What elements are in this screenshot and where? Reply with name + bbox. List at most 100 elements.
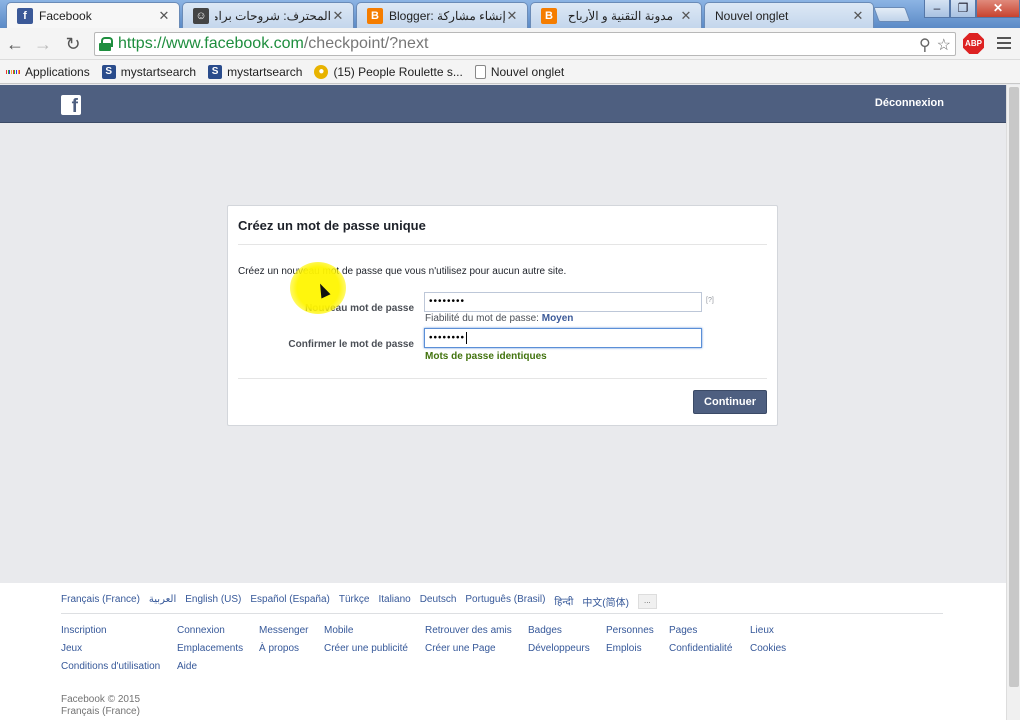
language-link[interactable]: Português (Brasil) — [465, 594, 545, 609]
facebook-logo-icon[interactable]: f — [61, 95, 81, 115]
scrollbar-thumb[interactable] — [1009, 87, 1019, 687]
close-icon[interactable]: ✕ — [679, 8, 693, 24]
more-languages-button[interactable]: ... — [637, 594, 657, 609]
forward-button[interactable]: → — [32, 33, 54, 55]
tab-strip: f Facebook ✕ ☺ المحترف: شروحات برامج ✕ B… — [0, 0, 1020, 28]
restore-button[interactable]: ❐ — [950, 0, 976, 18]
bookmark-label: Applications — [25, 64, 90, 79]
bookmark-mystartsearch[interactable]: S mystartsearch — [101, 64, 197, 79]
footer-link[interactable]: Messenger — [259, 625, 308, 636]
divider — [238, 378, 767, 379]
footer-link[interactable]: Jeux — [61, 643, 82, 654]
close-icon[interactable]: ✕ — [851, 8, 865, 24]
new-tab-button[interactable] — [873, 7, 911, 22]
language-link[interactable]: Español (España) — [250, 594, 330, 609]
footer-link[interactable]: Emplacements — [177, 643, 243, 654]
logout-link[interactable]: Déconnexion — [875, 97, 944, 109]
facebook-icon: f — [17, 7, 33, 24]
close-icon[interactable]: ✕ — [331, 8, 345, 24]
tab-blog[interactable]: B مدونة التقنية و الأرباح ✕ — [530, 2, 702, 28]
mystartsearch-icon: S — [208, 64, 223, 79]
menu-icon[interactable] — [996, 35, 1012, 51]
password-card: Créez un mot de passe unique Créez un no… — [227, 205, 778, 426]
bookmark-label: Nouvel onglet — [490, 64, 565, 79]
copyright: Facebook © 2015 — [61, 694, 141, 705]
apps-grid-icon — [5, 65, 21, 79]
footer-link[interactable]: Aide — [177, 661, 197, 672]
bookmark-label: mystartsearch — [120, 64, 197, 79]
tab-title: المحترف: شروحات برامج — [215, 8, 331, 23]
footer-link[interactable]: Inscription — [61, 625, 107, 636]
footer-link[interactable]: Pages — [669, 625, 697, 636]
language-link[interactable]: Türkçe — [339, 594, 370, 609]
language-link[interactable]: Français (France) — [61, 594, 140, 609]
footer-link[interactable]: Badges — [528, 625, 562, 636]
footer-link[interactable]: Personnes — [606, 625, 654, 636]
footer-link[interactable]: Connexion — [177, 625, 225, 636]
blogger-icon: B — [367, 7, 383, 24]
footer-link[interactable]: Confidentialité — [669, 643, 732, 654]
bookmark-people-roulette[interactable]: ● (15) People Roulette s... — [314, 64, 463, 79]
window-controls: – ❐ ✕ — [924, 0, 1020, 18]
facebook-header: f Déconnexion — [0, 85, 1006, 123]
bookmark-mystartsearch-2[interactable]: S mystartsearch — [208, 64, 302, 79]
bookmark-label: (15) People Roulette s... — [333, 64, 463, 79]
url-text: https://www.facebook.com/checkpoint/?nex… — [118, 35, 429, 52]
blogger-icon: B — [541, 7, 557, 24]
language-link[interactable]: 中文(简体) — [582, 594, 629, 609]
page-scrollbar[interactable] — [1006, 85, 1020, 720]
adblock-icon[interactable]: ABP — [963, 33, 984, 54]
confirm-password-label: Confirmer le mot de passe — [288, 339, 414, 350]
browser-toolbar: ← → ↻ https://www.facebook.com/checkpoin… — [0, 28, 1020, 60]
strength-value: Moyen — [541, 313, 574, 324]
footer-link[interactable]: Conditions d'utilisation — [61, 661, 160, 672]
tab-blogger-post[interactable]: B Blogger: إنشاء مشاركة - ✕ — [356, 2, 528, 28]
continue-button[interactable]: Continuer — [693, 390, 767, 414]
footer-link[interactable]: Développeurs — [528, 643, 590, 654]
language-link[interactable]: English (US) — [185, 594, 241, 609]
tab-almohtarif[interactable]: ☺ المحترف: شروحات برامج ✕ — [182, 2, 354, 28]
footer-link[interactable]: À propos — [259, 643, 299, 654]
footer-link[interactable]: Mobile — [324, 625, 353, 636]
new-password-input[interactable]: •••••••• — [424, 292, 702, 312]
confirm-password-input[interactable]: •••••••• — [424, 328, 702, 348]
address-bar[interactable]: https://www.facebook.com/checkpoint/?nex… — [94, 32, 956, 56]
tab-title: Nouvel onglet — [715, 8, 789, 23]
language-list: Français (France) العربية English (US) E… — [61, 594, 657, 609]
back-button[interactable]: ← — [4, 33, 26, 55]
star-icon[interactable]: ☆ — [937, 35, 951, 55]
omnibox-icons: ⚲ ☆ — [919, 35, 951, 55]
page-footer: Français (France) العربية English (US) E… — [0, 583, 1006, 720]
close-icon[interactable]: ✕ — [157, 8, 171, 24]
page-icon — [474, 64, 486, 79]
tab-new[interactable]: Nouvel onglet ✕ — [704, 2, 874, 28]
footer-link[interactable]: Emplois — [606, 643, 642, 654]
tab-title: Blogger: إنشاء مشاركة - — [389, 8, 505, 23]
bookmarks-bar: Applications S mystartsearch S mystartse… — [0, 60, 1020, 84]
close-icon[interactable]: ✕ — [505, 8, 519, 24]
reload-button[interactable]: ↻ — [62, 33, 84, 55]
language-link[interactable]: हिन्दी — [554, 594, 573, 609]
language-link[interactable]: العربية — [149, 594, 176, 609]
search-icon[interactable]: ⚲ — [919, 35, 931, 55]
tab-facebook[interactable]: f Facebook ✕ — [6, 2, 180, 28]
window-close-button[interactable]: ✕ — [976, 0, 1020, 18]
language-link[interactable]: Italiano — [378, 594, 410, 609]
help-link[interactable]: [?] — [706, 297, 714, 304]
avatar-icon: ☺ — [193, 7, 209, 24]
card-description: Créez un nouveau mot de passe que vous n… — [238, 266, 567, 277]
footer-link[interactable]: Cookies — [750, 643, 786, 654]
divider — [238, 244, 767, 245]
footer-link[interactable]: Retrouver des amis — [425, 625, 512, 636]
lock-icon — [99, 37, 113, 51]
footer-locale: Français (France) — [61, 706, 140, 717]
footer-link[interactable]: Créer une Page — [425, 643, 496, 654]
minimize-button[interactable]: – — [924, 0, 950, 18]
tab-title: مدونة التقنية و الأرباح — [567, 8, 673, 23]
bookmark-new-tab[interactable]: Nouvel onglet — [474, 64, 565, 79]
footer-link[interactable]: Lieux — [750, 625, 774, 636]
footer-link[interactable]: Créer une publicité — [324, 643, 408, 654]
language-link[interactable]: Deutsch — [420, 594, 457, 609]
bookmark-applications[interactable]: Applications — [5, 64, 90, 79]
card-title: Créez un mot de passe unique — [238, 218, 426, 233]
